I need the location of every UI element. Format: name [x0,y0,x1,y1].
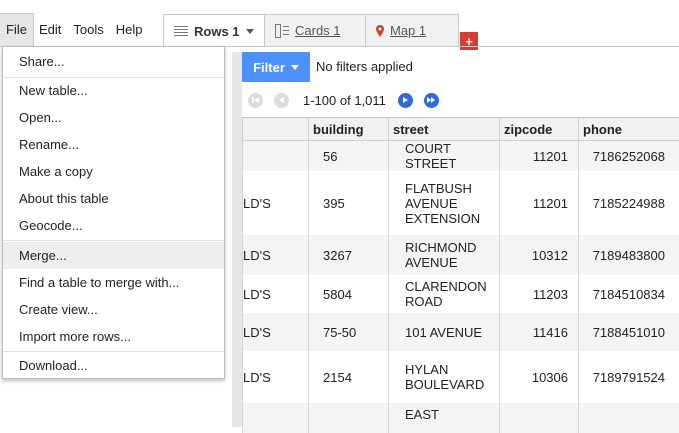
menu-bar: File Edit Tools Help [0,14,148,46]
rows-table: building street zipcode phone 56 COURT S… [242,117,679,433]
cell-building: 395 [309,171,389,235]
table-row[interactable]: LD'S 2154 HYLAN BOULEVARD 10306 71897915… [243,351,679,403]
tab-rows-label: Rows 1 [194,24,240,39]
cell-name: LD'S [243,313,309,351]
menu-item-new-table[interactable]: New table... [3,77,224,104]
column-header-phone[interactable]: phone [579,118,679,141]
cell-street: FLATBUSH AVENUE EXTENSION [389,171,500,235]
add-tab-button[interactable]: + [460,32,478,50]
menu-item-find-table-to-merge[interactable]: Find a table to merge with... [3,269,224,296]
cell-phone: 7186252068 [579,141,679,172]
prev-page-icon[interactable] [274,93,289,108]
menu-item-share[interactable]: Share... [3,48,224,75]
table-row[interactable]: LD'S 395 FLATBUSH AVENUE EXTENSION 11201… [243,171,679,235]
cell-zipcode [500,403,579,433]
menu-item-open[interactable]: Open... [3,104,224,131]
cell-street: RICHMOND AVENUE [389,235,500,275]
table-row[interactable]: LD'S 3267 RICHMOND AVENUE 10312 71894838… [243,235,679,275]
menu-item-about-table[interactable]: About this table [3,185,224,212]
cell-phone: 7188451010 [579,313,679,351]
menu-item-geocode[interactable]: Geocode... [3,212,224,239]
menu-tools[interactable]: Tools [67,14,109,46]
cell-street: EAST [389,403,500,433]
cell-building [309,403,389,433]
rows-icon [174,25,188,37]
last-page-icon[interactable] [424,93,439,108]
cell-zipcode: 11201 [500,141,579,172]
column-header-name[interactable] [243,118,309,141]
cell-building: 75-50 [309,313,389,351]
cell-building: 3267 [309,235,389,275]
table-row[interactable]: LD'S 5804 CLARENDON ROAD 11203 718451083… [243,275,679,313]
column-header-zipcode[interactable]: zipcode [500,118,579,141]
cell-name [243,403,309,433]
cell-zipcode: 11416 [500,313,579,351]
menu-file[interactable]: File [0,14,33,46]
table-row[interactable]: 56 COURT STREET 11201 7186252068 [243,141,679,172]
cell-building: 2154 [309,351,389,403]
first-page-icon[interactable] [248,93,263,108]
cell-phone: 7184510834 [579,275,679,313]
map-pin-icon [376,25,384,37]
cell-building: 5804 [309,275,389,313]
cell-phone: 7189483800 [579,235,679,275]
cell-phone [579,403,679,433]
menu-separator [3,240,224,241]
cell-name: LD'S [243,235,309,275]
chevron-down-icon [291,65,299,70]
menu-item-download[interactable]: Download... [3,352,224,379]
column-header-building[interactable]: building [309,118,389,141]
cell-building: 56 [309,141,389,172]
cell-phone: 7185224988 [579,171,679,235]
cell-name: LD'S [243,351,309,403]
menu-item-merge[interactable]: Merge... [3,242,224,269]
cell-street: COURT STREET [389,141,500,172]
menu-item-make-copy[interactable]: Make a copy [3,158,224,185]
tab-map[interactable]: Map 1 [365,14,459,46]
tab-cards[interactable]: Cards 1 [264,14,366,46]
cell-zipcode: 10306 [500,351,579,403]
chevron-down-icon[interactable] [246,29,254,34]
filter-status: No filters applied [316,52,413,82]
cell-phone: 7189791524 [579,351,679,403]
tab-map-label: Map 1 [390,23,426,38]
cell-street: CLARENDON ROAD [389,275,500,313]
menu-help[interactable]: Help [110,14,149,46]
table-row[interactable]: LD'S 75-50 101 AVENUE 11416 7188451010 [243,313,679,351]
cell-name: LD'S [243,171,309,235]
tab-rows[interactable]: Rows 1 [163,14,265,47]
cell-zipcode: 10312 [500,235,579,275]
pager-range: 1-100 of 1,011 [303,93,386,108]
filter-button[interactable]: Filter [242,52,310,82]
cell-street: HYLAN BOULEVARD [389,351,500,403]
cards-icon [275,24,289,38]
cell-zipcode: 11201 [500,171,579,235]
pager: 1-100 of 1,011 [248,90,450,110]
table-row[interactable]: EAST [243,403,679,433]
cell-name: LD'S [243,275,309,313]
menu-item-create-view[interactable]: Create view... [3,296,224,323]
left-panel-strip [232,52,242,427]
view-tabs: Rows 1 Cards 1 Map 1 [163,14,459,46]
cell-name [243,141,309,172]
menu-item-rename[interactable]: Rename... [3,131,224,158]
table-header-row: building street zipcode phone [243,118,679,141]
menu-edit[interactable]: Edit [33,14,67,46]
filter-button-label: Filter [253,60,285,75]
file-menu-dropdown: Share... New table... Open... Rename... … [2,46,225,379]
tab-cards-label: Cards 1 [295,23,341,38]
cell-zipcode: 11203 [500,275,579,313]
cell-street: 101 AVENUE [389,313,500,351]
column-header-street[interactable]: street [389,118,500,141]
next-page-icon[interactable] [398,93,413,108]
menu-item-import-more-rows[interactable]: Import more rows... [3,323,224,350]
